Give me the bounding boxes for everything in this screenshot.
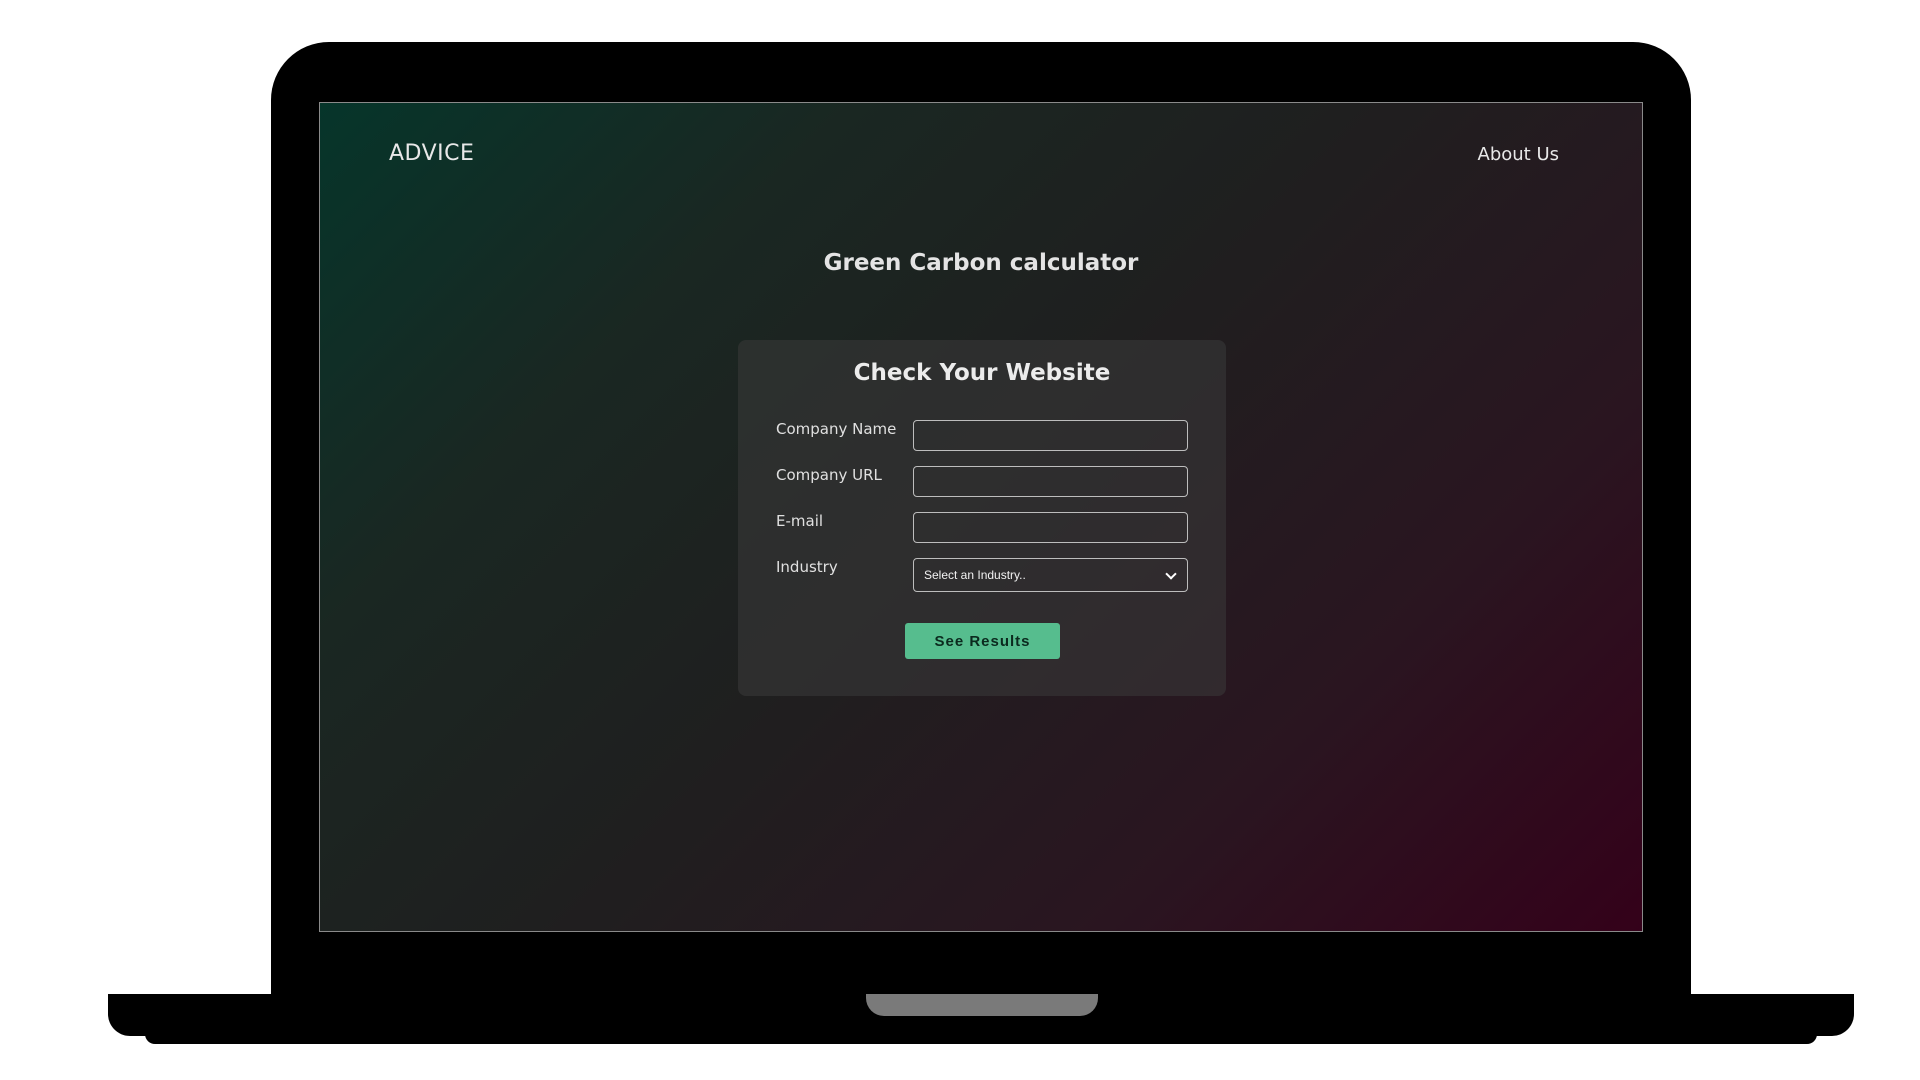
industry-row: Industry Select an Industry.. bbox=[776, 558, 1188, 592]
laptop-notch bbox=[866, 994, 1098, 1016]
email-label: E-mail bbox=[776, 512, 824, 530]
company-url-label: Company URL bbox=[776, 466, 882, 484]
website-check-card: Check Your Website Company Name Company … bbox=[738, 340, 1226, 696]
email-row: E-mail bbox=[776, 512, 1188, 544]
company-name-input[interactable] bbox=[913, 420, 1188, 451]
company-name-label: Company Name bbox=[776, 420, 897, 438]
nav-link-about-us[interactable]: About Us bbox=[1478, 144, 1560, 165]
email-input[interactable] bbox=[913, 512, 1188, 543]
chevron-down-icon bbox=[1165, 569, 1177, 581]
company-url-input[interactable] bbox=[913, 466, 1188, 497]
brand-logo[interactable]: ADVICE bbox=[389, 141, 474, 166]
industry-select[interactable]: Select an Industry.. bbox=[913, 558, 1188, 592]
see-results-button[interactable]: See Results bbox=[905, 623, 1060, 659]
card-title: Check Your Website bbox=[853, 360, 1111, 386]
company-name-row: Company Name bbox=[776, 420, 1188, 452]
company-url-row: Company URL bbox=[776, 466, 1188, 498]
laptop-screen: ADVICE About Us Green Carbon calculator … bbox=[319, 102, 1643, 932]
industry-select-value: Select an Industry.. bbox=[924, 568, 1026, 582]
industry-label: Industry bbox=[776, 558, 838, 576]
page-title: Green Carbon calculator bbox=[823, 250, 1139, 276]
